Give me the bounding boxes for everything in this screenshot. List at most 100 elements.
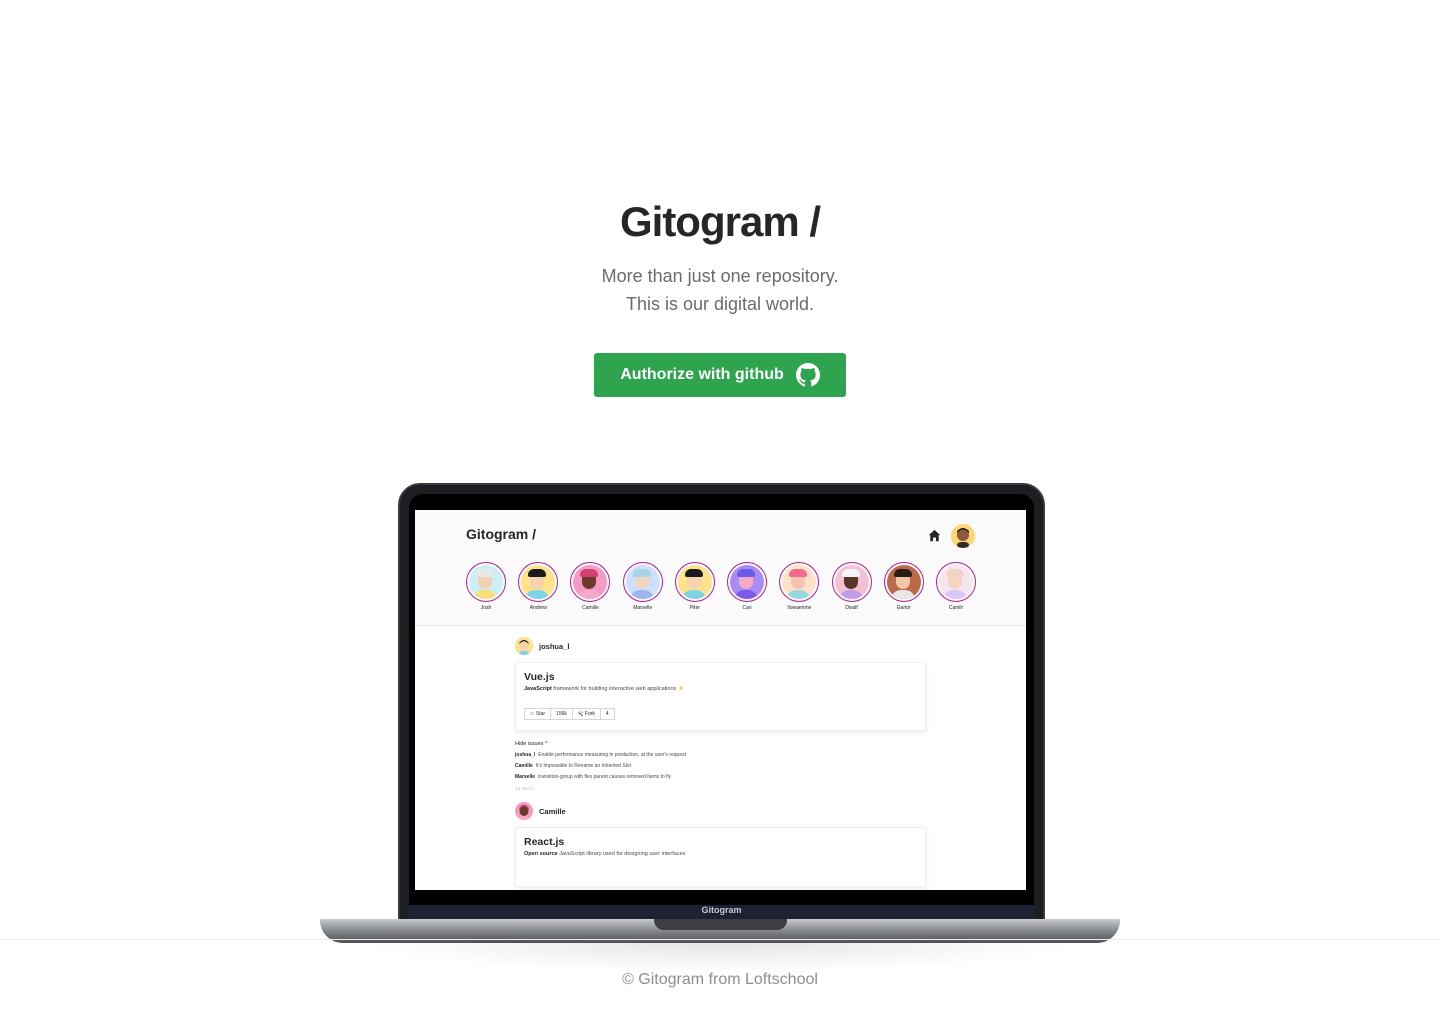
authorize-button-label: Authorize with github	[620, 366, 784, 383]
story-item[interactable]: Camilr	[935, 562, 977, 611]
repo-language: JavaScript	[524, 686, 552, 692]
story-avatar[interactable]	[727, 562, 768, 602]
story-avatar[interactable]	[570, 562, 611, 602]
laptop-notch	[654, 919, 787, 930]
story-avatar-face	[625, 565, 660, 599]
avatar-shirt	[838, 590, 863, 599]
fork-icon	[578, 711, 583, 717]
avatar-hair	[893, 569, 912, 577]
hero-subtitle: More than just one repository. This is o…	[0, 262, 1440, 318]
story-name: Josh	[480, 605, 492, 611]
laptop-bezel: Gitogram / Josh Andrew Camille Marselle Pite…	[409, 494, 1034, 919]
hero-subtitle-line-2: This is our digital world.	[625, 294, 815, 314]
issue-author: Camille	[515, 763, 533, 769]
story-avatar-face	[730, 565, 765, 599]
footer-divider	[0, 939, 1440, 940]
story-name: Marselle	[633, 605, 653, 611]
story-item[interactable]: Ilowaenme	[778, 562, 820, 611]
story-name: Piter	[689, 605, 701, 611]
story-avatar[interactable]	[779, 562, 820, 602]
avatar-shirt	[473, 590, 497, 599]
app-logo[interactable]: Gitogram /	[466, 526, 536, 542]
author-avatar	[515, 637, 533, 655]
star-count-value: 156k	[556, 711, 567, 717]
issue-author: joshua_l	[515, 752, 536, 758]
github-icon	[795, 363, 820, 387]
star-button[interactable]: ☆ Star	[524, 708, 552, 720]
story-item[interactable]: Piter	[674, 562, 716, 611]
hero-subtitle-line-1: More than just one repository.	[601, 266, 839, 286]
author-name: joshua_l	[539, 641, 570, 651]
laptop-mockup: Gitogram / Josh Andrew Camille Marselle Pite…	[398, 483, 1045, 921]
avatar-hair	[737, 569, 756, 577]
repo-description: JavaScript framework for building intera…	[524, 686, 917, 692]
repo-desc-text: JavaScript library used for designing us…	[559, 851, 686, 857]
repo-description: Open source JavaScript library used for …	[524, 851, 917, 857]
repo-card[interactable]: React.js Open source JavaScript library …	[515, 827, 926, 887]
fork-label: Fork	[584, 711, 595, 717]
story-item[interactable]: Andrew	[517, 562, 559, 611]
avatar-hair	[789, 569, 808, 577]
story-avatar[interactable]	[622, 562, 663, 602]
user-avatar[interactable]	[951, 524, 975, 548]
author-avatar-face	[519, 804, 529, 820]
footer-copyright: © Gitogram from Loftschool	[622, 971, 818, 988]
avatar-hair	[528, 569, 547, 577]
repo-title[interactable]: Vue.js	[524, 671, 917, 683]
page-title: Gitogram /	[619, 198, 821, 245]
story-name: Gartor	[896, 605, 911, 611]
story-avatar[interactable]	[466, 562, 506, 602]
story-avatar[interactable]	[674, 562, 715, 602]
author-avatar	[515, 802, 533, 820]
laptop-shadow	[360, 943, 1080, 973]
story-avatar-face	[573, 565, 608, 599]
repo-language: Open source	[524, 851, 558, 857]
story-avatar-face	[886, 565, 921, 599]
avatar-shirt	[786, 590, 811, 599]
star-label: ☆ Star	[530, 711, 546, 717]
story-avatar-face	[677, 565, 712, 599]
avatar-shirt	[525, 590, 550, 599]
repo-desc-text: framework for building interactive web a…	[553, 686, 685, 692]
fork-count-value: 4	[605, 711, 609, 717]
story-avatar[interactable]	[883, 562, 924, 602]
story-item[interactable]: Josh	[465, 562, 507, 611]
story-avatar-face	[782, 565, 817, 599]
avatar-hair	[632, 569, 651, 577]
story-item[interactable]: Camille	[569, 562, 611, 611]
story-item[interactable]: Can	[726, 562, 768, 611]
post-author[interactable]: Camille	[515, 801, 927, 821]
issue-author: Marselle	[515, 774, 536, 780]
fork-button[interactable]: Fork	[572, 708, 601, 720]
story-avatar[interactable]	[831, 562, 872, 602]
post-author[interactable]: joshua_l	[515, 636, 927, 656]
story-avatar[interactable]	[935, 562, 976, 602]
laptop-chin-label: Gitogram	[701, 905, 742, 915]
avatar-hair	[580, 569, 599, 577]
issue-item: Marselle transition-group with flex paren…	[515, 774, 927, 780]
avatar-shirt	[577, 590, 602, 599]
avatar-hair	[684, 569, 703, 577]
story-name: Camille	[582, 605, 599, 611]
user-avatar-face	[957, 528, 969, 548]
avatar-hair	[841, 569, 860, 577]
authorize-github-button[interactable]: Authorize with github	[594, 353, 846, 397]
hide-issues-toggle[interactable]: Hide issues ^	[515, 741, 927, 747]
repo-title[interactable]: React.js	[524, 836, 917, 848]
story-name: Andrew	[529, 605, 547, 611]
story-name: Disalf	[845, 605, 858, 611]
story-item[interactable]: Marselle	[622, 562, 664, 611]
story-name: Can	[742, 605, 752, 611]
repo-card[interactable]: Vue.js JavaScript framework for building…	[515, 662, 926, 731]
issue-item: Camille It's Impossible to Rename an Inhe…	[515, 763, 927, 769]
avatar-shirt	[942, 590, 967, 599]
story-item[interactable]: Disalf	[831, 562, 873, 611]
post: Camille React.js Open source JavaScript …	[515, 801, 927, 887]
story-item[interactable]: Gartor	[883, 562, 925, 611]
avatar-hair	[945, 569, 964, 577]
home-icon[interactable]	[928, 529, 941, 542]
avatar-hair	[476, 569, 494, 577]
story-avatar-face	[834, 565, 869, 599]
story-avatar[interactable]	[518, 562, 559, 602]
story-avatar-face	[521, 565, 556, 599]
